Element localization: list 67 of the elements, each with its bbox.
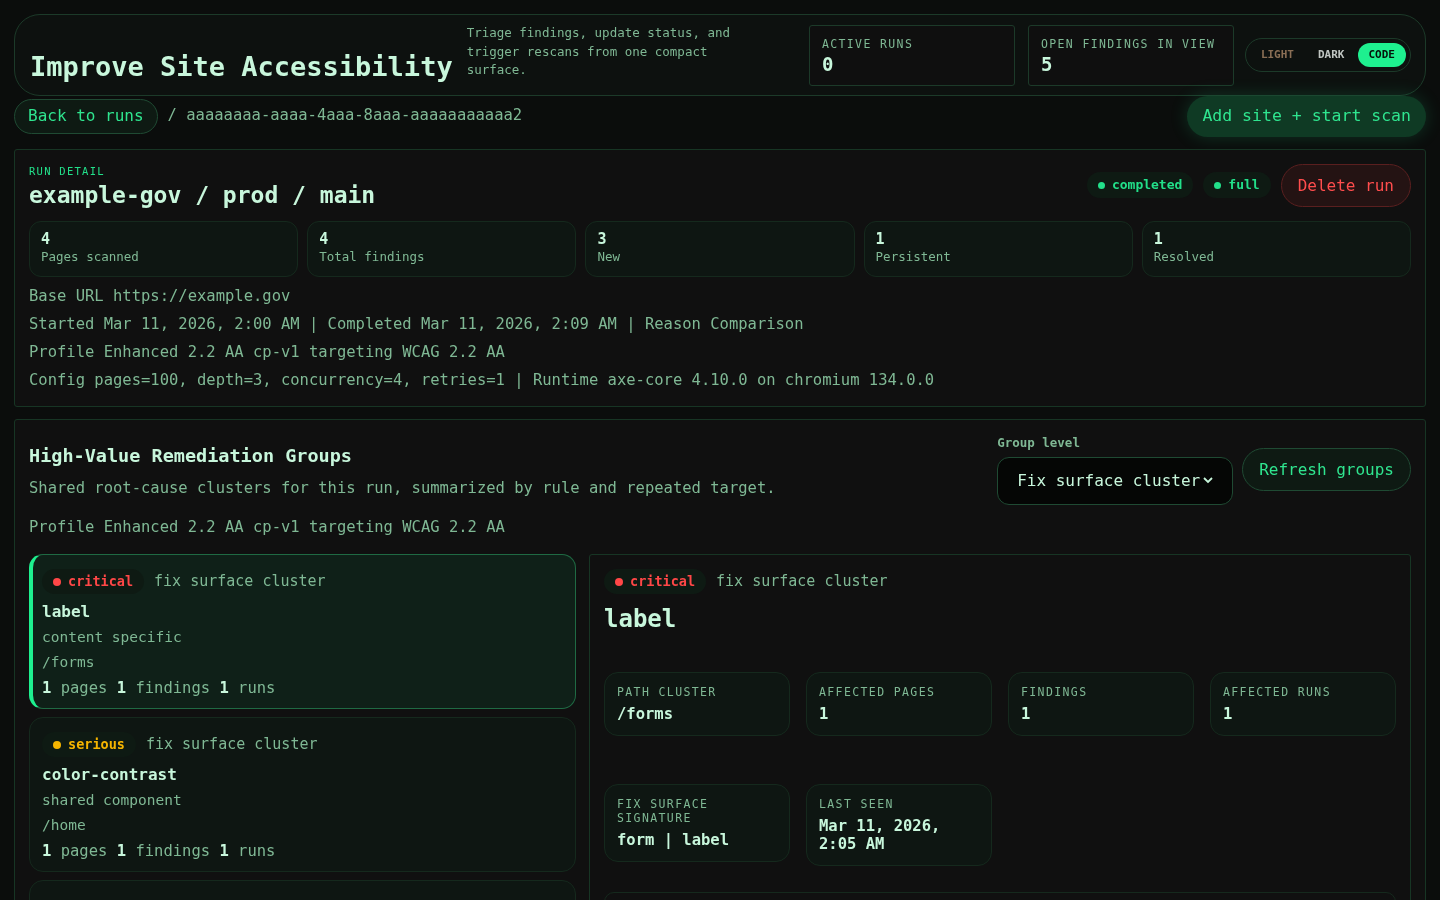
add-site-button[interactable]: Add site + start scan — [1187, 95, 1426, 137]
cluster-stats: 1 pages 1 findings 1 runs — [42, 841, 276, 862]
cluster-path: /forms — [42, 653, 95, 672]
cluster-card[interactable]: serious fix surface cluster color-contrast shared component /home 1 pages 1 findings 1 runs — [29, 717, 576, 872]
severity-badge: critical — [42, 569, 145, 594]
rule-name: color-contrast — [42, 764, 177, 786]
fact-value: /forms — [617, 705, 674, 723]
stat-value: 0 — [821, 52, 834, 75]
metric-value: 4 — [319, 229, 329, 248]
run-detail-line: Started Mar 11, 2026, 2:00 AM | Completed Mar 11, 2026, 2:09 AM | Reason Comparison — [29, 313, 805, 335]
theme-tab[interactable]: CODE — [1357, 43, 1406, 67]
group-level-select[interactable]: Fix surface cluster — [997, 456, 1234, 505]
run-title: example-gov / prod / main — [29, 180, 376, 210]
section-title: High-Value Remediation Groups — [29, 444, 353, 468]
page-title: Improve Site Accessibility — [30, 49, 453, 84]
cluster-scope: content specific — [42, 628, 182, 647]
cluster-type: fix surface cluster — [154, 571, 326, 593]
fact-label: AFFECTED PAGES — [819, 685, 937, 699]
metric-label: Total findings — [319, 247, 425, 266]
cluster-type: fix surface cluster — [145, 734, 318, 756]
cluster-path: /home — [42, 816, 86, 835]
fact-label: FINDINGS — [1021, 685, 1089, 699]
field-label: Group level — [997, 434, 1081, 452]
stat-label: ACTIVE RUNS — [821, 35, 914, 53]
refresh-groups-button[interactable]: Refresh groups — [1242, 448, 1411, 491]
delete-run-button[interactable]: Delete run — [1280, 164, 1411, 207]
cluster-stats: 1 pages 1 findings 1 runs — [42, 678, 276, 699]
status-badge: full — [1203, 172, 1271, 198]
status-badge: completed — [1086, 172, 1194, 198]
rule-name: label — [42, 601, 91, 623]
metric-value: 4 — [41, 229, 51, 248]
fact-label: AFFECTED RUNS — [1223, 685, 1332, 699]
cluster-card[interactable]: critical fix surface cluster label content specific /forms 1 pages 1 findings 1 runs — [29, 554, 576, 709]
fact-label: PATH CLUSTER — [617, 685, 718, 699]
cluster-type: fix surface cluster — [716, 571, 888, 593]
metric-value: 1 — [1153, 229, 1163, 248]
fact-value: Mar 11, 2026, 2:05 AM — [819, 817, 942, 853]
stat-value: 5 — [1040, 52, 1053, 75]
profile-text: Profile Enhanced 2.2 AA cp-v1 targeting WCAG 2.2 AA — [29, 516, 506, 538]
chevron-down-icon — [1203, 477, 1214, 485]
metric-value: 3 — [597, 229, 607, 248]
metric-label: Pages scanned — [41, 247, 139, 266]
theme-tab[interactable]: LIGHT — [1249, 43, 1305, 67]
metric-value: 1 — [875, 229, 885, 248]
run-detail-line: Config pages=100, depth=3, concurrency=4, retries=1 | Runtime axe-core 4.10.0 on chromium 134.0.0 — [29, 369, 936, 391]
run-detail-line: Base URL https://example.gov — [29, 285, 292, 307]
run-detail-line: Profile Enhanced 2.2 AA cp-v1 targeting WCAG 2.2 AA — [29, 341, 506, 363]
page-description: Triage findings, update status, and trigger rescans from one compact surface. — [466, 24, 732, 80]
breadcrumb: / aaaaaaaa-aaaa-4aaa-8aaa-aaaaaaaaaaa2 — [167, 105, 523, 127]
cluster-scope: shared component — [42, 791, 182, 810]
fact-value: 1 — [1021, 705, 1032, 723]
theme-tab[interactable]: DARK — [1307, 43, 1356, 67]
rule-title: label — [604, 604, 677, 634]
severity-badge: serious — [42, 732, 136, 757]
fact-label: FIX SURFACE SIGNATURE — [617, 797, 710, 825]
section-subtitle: Shared root-cause clusters for this run, summarized by rule and repeated target. — [29, 477, 776, 499]
fact-value: form | label — [617, 831, 730, 849]
metric-label: New — [597, 247, 620, 266]
section-eyebrow: RUN DETAIL — [29, 164, 106, 179]
fact-value: 1 — [1223, 705, 1234, 723]
fact-label: LAST SEEN — [819, 797, 895, 811]
metric-label: Resolved — [1153, 247, 1214, 266]
severity-badge: critical — [604, 569, 707, 594]
metric-label: Persistent — [875, 247, 951, 266]
stat-label: OPEN FINDINGS IN VIEW — [1040, 35, 1216, 53]
back-button[interactable]: Back to runs — [14, 98, 158, 134]
fact-value: 1 — [819, 705, 830, 723]
